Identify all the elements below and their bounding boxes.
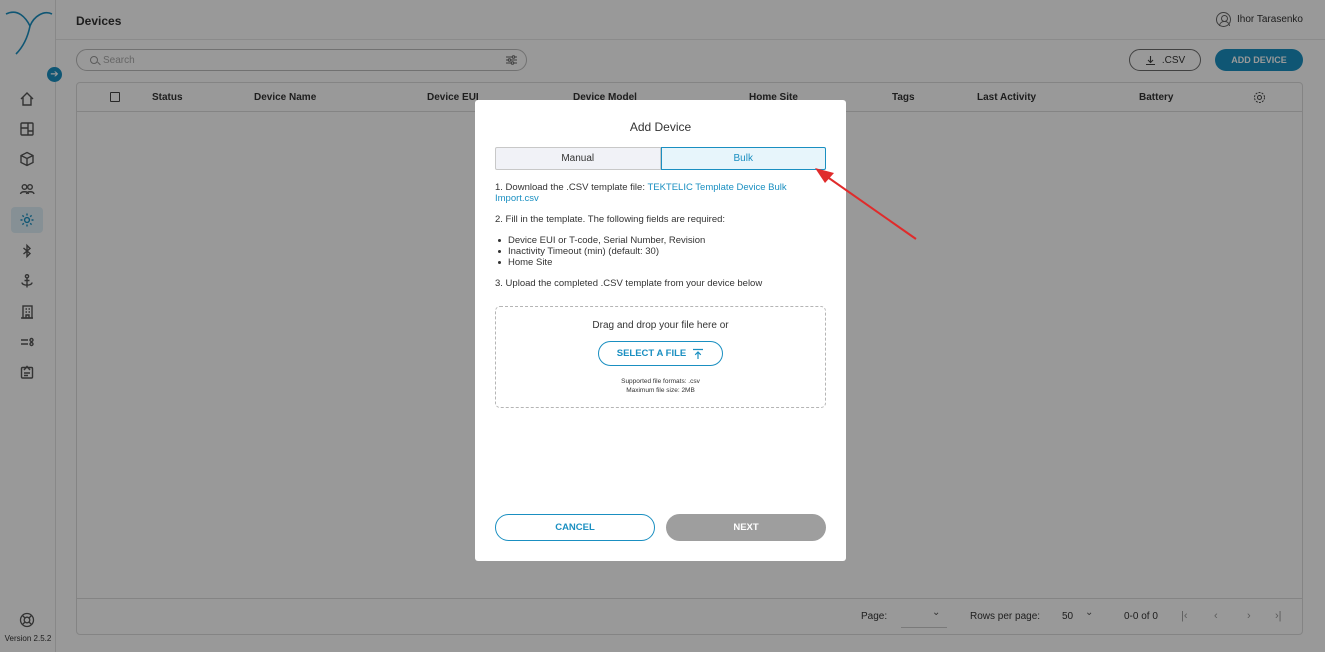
- annotation-arrow-icon: [815, 168, 917, 240]
- upload-icon: [693, 348, 704, 359]
- dropzone-text: Drag and drop your file here or: [592, 320, 729, 331]
- bulk-instructions: 1. Download the .CSV template file: TEKT…: [495, 182, 826, 299]
- step-1-text: 1. Download the .CSV template file:: [495, 182, 648, 193]
- mode-tabs: Manual Bulk: [495, 147, 826, 170]
- step-3: 3. Upload the completed .CSV template fr…: [495, 278, 763, 289]
- select-file-label: SELECT A FILE: [616, 348, 687, 359]
- max-file-size: Maximum file size: 2MB: [626, 387, 695, 394]
- file-dropzone[interactable]: Drag and drop your file here or SELECT A…: [495, 306, 826, 408]
- add-device-dialog: Add Device Manual Bulk 1. Download the .…: [475, 100, 846, 561]
- next-button[interactable]: NEXT: [666, 514, 826, 541]
- step-1: 1. Download the .CSV template file: TEKT…: [495, 182, 826, 204]
- cancel-button[interactable]: CANCEL: [495, 514, 655, 541]
- required-fields-list: Device EUI or T-code, Serial Number, Rev…: [495, 235, 826, 268]
- select-file-button[interactable]: SELECT A FILE: [598, 341, 723, 366]
- tab-bulk[interactable]: Bulk: [660, 147, 826, 170]
- dialog-title: Add Device: [629, 120, 692, 134]
- list-item: Device EUI or T-code, Serial Number, Rev…: [495, 235, 826, 246]
- list-item: Home Site: [495, 257, 826, 268]
- supported-formats: Supported file formats: .csv: [621, 378, 700, 385]
- step-2: 2. Fill in the template. The following f…: [495, 214, 726, 225]
- list-item: Inactivity Timeout (min) (default: 30): [495, 246, 826, 257]
- file-requirements: Supported file formats: .csv Maximum fil…: [496, 377, 825, 395]
- tab-manual[interactable]: Manual: [495, 147, 661, 170]
